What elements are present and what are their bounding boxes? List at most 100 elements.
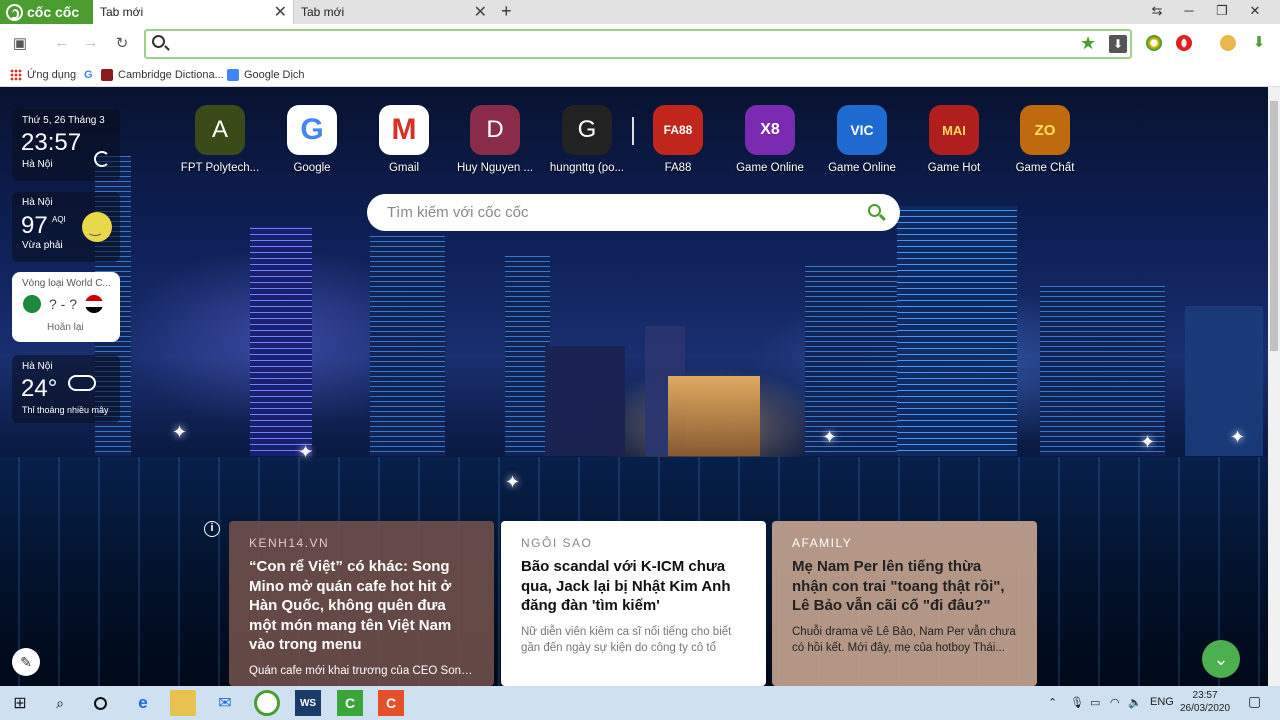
cortana-icon[interactable] [87,690,113,716]
x8-logo-icon: X8 [745,105,795,155]
mail-icon[interactable]: ✉ [212,690,238,716]
speed-dial-label: FPT Polytech... [180,162,260,174]
speed-dial-item[interactable]: G hungnttg (po... [542,105,632,174]
reload-button[interactable]: ↻ [112,34,132,52]
news-source: KENH14.VN [249,536,330,550]
bookmark-google-translate[interactable]: Google Dịch [227,67,305,83]
recorder-icon[interactable]: C [378,690,404,716]
minimize-button[interactable]: ─ [1174,0,1204,24]
file-explorer-icon[interactable] [170,690,196,716]
address-input[interactable] [174,33,1064,55]
bookmark-label: Ứng dụng [27,69,77,81]
background-building [1040,286,1165,456]
taskbar-clock[interactable]: 23:57 26/03/2020 [1180,689,1230,715]
avatar-extension-icon[interactable] [1220,35,1236,51]
volume-icon[interactable]: 🔈 [1128,696,1142,709]
background-building [545,346,625,456]
address-bar[interactable]: ★ ⬇ [144,29,1132,59]
info-icon[interactable]: i [204,521,220,537]
bookmark-apps[interactable]: Ứng dụng [10,67,76,83]
football-score: ? - ? [49,296,78,312]
moon-icon [94,151,110,167]
speed-dial-item[interactable]: G Google [267,105,357,174]
sparkle-icon: ✦ [1230,427,1246,447]
download-icon[interactable]: ⬇ [1109,35,1127,53]
speed-dial-label: Game Online [736,162,804,174]
coccoc-search-box[interactable]: Tìm kiếm với cốc cốc [367,194,900,231]
background-building [805,266,900,456]
coccoc-taskbar-icon[interactable] [254,690,280,716]
news-card[interactable]: AFAMILY Mẹ Nam Per lên tiếng thừa nhận c… [772,521,1037,686]
clock-widget[interactable]: Thứ 5, 26 Tháng 3 23:57 Hà Nội [12,109,120,181]
new-tab-button[interactable]: + [497,0,516,24]
tab-strip: cốc cốc Tab mới ✕ Tab mới ✕ + ⇆ ─ ❐ ✕ [0,0,1280,24]
close-tab-icon[interactable]: ✕ [474,2,487,22]
tray-chevron-icon[interactable]: ⌃ [1048,696,1057,709]
weather-widget[interactable]: Hà Nội 24° Thỉ thoảng nhiều mây [12,355,120,423]
search-icon[interactable] [868,204,881,217]
scrollbar[interactable] [1268,87,1280,686]
new-tab-page: ✦ ✦ ✦ ✦ ✦ ✦ A FPT Polytech... G Google M… [0,87,1268,686]
weather-temp: 24° [21,375,58,402]
speed-dial-label: Game Hot [927,162,981,174]
sidebar-toggle-icon[interactable]: ▣ [10,34,30,52]
brand-label: cốc cốc [27,4,80,20]
news-card[interactable]: KENH14.VN “Con rể Việt” có khác: Song Mi… [229,521,494,686]
apps-grid-icon [10,69,22,81]
background-building [370,236,445,456]
bookmark-label: Google Dịch [244,69,305,81]
speed-dial-label: Google [293,162,331,174]
close-tab-icon[interactable]: ✕ [274,2,287,22]
speed-dial-item[interactable]: MAI Game Hot [909,105,999,174]
vic-logo-icon: VIC [837,105,887,155]
tab-active[interactable]: Tab mới ✕ [93,0,293,24]
webstorm-icon[interactable]: WS [295,690,321,716]
opera-extension-icon[interactable] [1176,35,1192,51]
clock-date: Thứ 5, 26 Tháng 3 [22,115,105,126]
sparkle-icon: ✦ [1140,432,1156,452]
speed-dial-item[interactable]: X8 Game Online [725,105,815,174]
weather-desc: Thỉ thoảng nhiều mây [22,405,109,415]
speed-dial-item[interactable]: A FPT Polytech... [175,105,265,174]
scroll-down-button[interactable]: ⌄ [1202,640,1240,678]
aqi-value: 97 [21,212,48,239]
tab-inactive[interactable]: Tab mới ✕ [293,0,493,24]
speed-dial-item[interactable]: D Huy Nguyen ... [450,105,540,174]
close-window-button[interactable]: ✕ [1240,0,1270,24]
speed-dial-item[interactable]: ZO Game Chất [1000,105,1090,174]
football-status: Hoãn lại [47,322,84,333]
search-placeholder: Tìm kiếm với cốc cốc [387,204,529,221]
camtasia-icon[interactable]: C [337,690,363,716]
forward-button[interactable]: → [81,34,101,51]
coccoc-menu-button[interactable]: cốc cốc [0,0,93,24]
edit-pencil-icon[interactable]: ✎ [12,648,40,676]
air-city: Hà Nội [22,197,53,208]
background-building [250,226,312,456]
wifi-icon[interactable]: ◠ [1110,696,1120,709]
bookmark-label: Cambridge Dictiona... [118,69,224,81]
extension-icon[interactable] [1146,35,1162,51]
scrollbar-thumb[interactable] [1270,101,1278,351]
download-arrow-icon[interactable]: ⬇ [1249,33,1269,51]
football-widget[interactable]: Vòng loại World C... ? - ? Hoãn lại [12,272,120,342]
back-button[interactable]: ← [52,34,72,51]
restore-tabs-icon[interactable]: ⇆ [1142,0,1172,24]
speed-dial-label: hungnttg (po... [549,162,625,174]
news-card[interactable]: NGÔI SAO Bão scandal với K-ICM chưa qua,… [501,521,766,686]
speed-dial-item[interactable]: VIC Game Online [817,105,907,174]
bookmark-star-icon[interactable]: ★ [1080,33,1096,54]
speed-dial-item[interactable]: M Gmail [359,105,449,174]
speed-dial-item[interactable]: FA88 FA88 [633,105,723,174]
windows-start-icon[interactable]: ⊞ [7,690,33,716]
edge-icon[interactable]: e [130,690,156,716]
language-indicator[interactable]: ENG [1150,696,1174,708]
search-icon[interactable]: ⌕ [47,690,73,716]
background-building [505,256,550,456]
air-quality-widget[interactable]: Hà Nội 97 AQI Vừa phải [12,192,120,262]
battery-icon[interactable]: ▭ [1090,696,1100,709]
news-source: NGÔI SAO [521,536,593,550]
bookmark-cambridge[interactable]: G Cambridge Dictiona... [84,67,224,83]
microphone-icon[interactable]: 🎙 [1070,696,1084,709]
maximize-button[interactable]: ❐ [1207,0,1237,24]
notification-icon[interactable]: ▢ [1248,693,1261,710]
